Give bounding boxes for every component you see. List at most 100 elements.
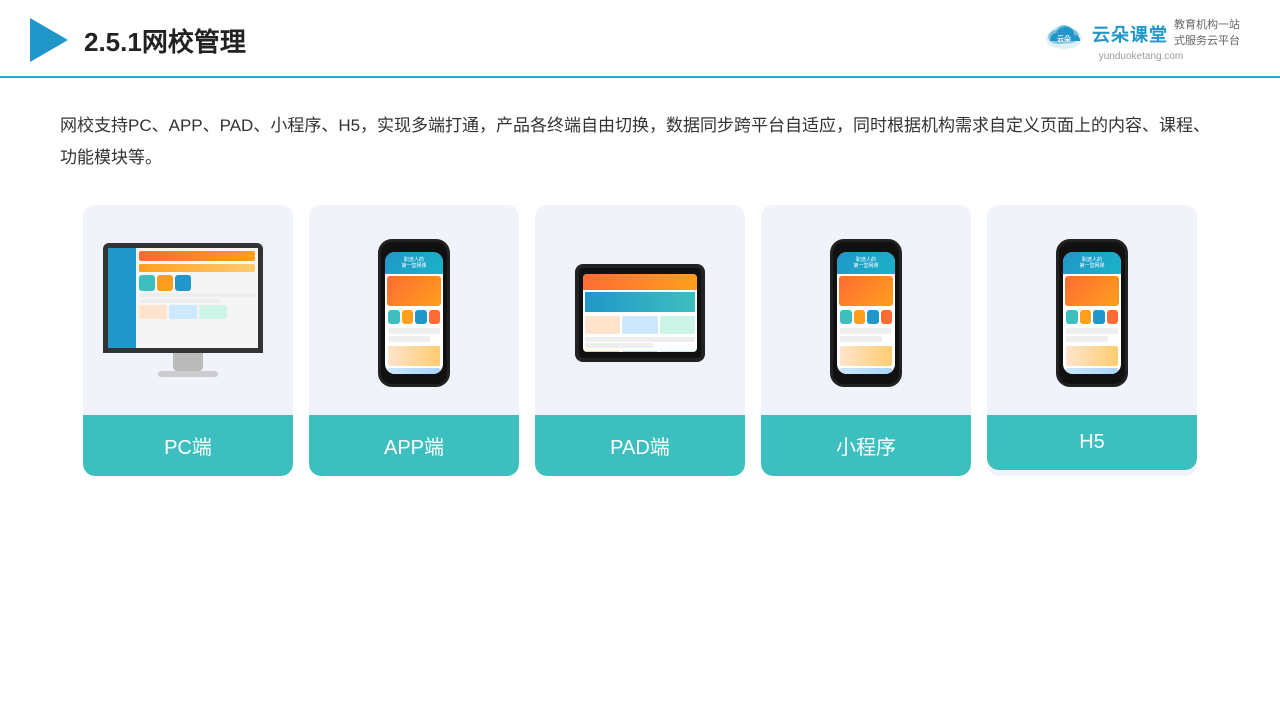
phone-screen: 职途人的第一堂网课: [385, 252, 443, 374]
pi4: [429, 310, 441, 324]
phone-card2: [388, 368, 440, 374]
tablet-nav: [585, 292, 695, 312]
line2: [139, 299, 220, 303]
h5-banner: [1065, 276, 1119, 306]
hr1: [1066, 328, 1118, 334]
mini-card1: [840, 346, 892, 366]
logo-url: yunduoketang.com: [1099, 51, 1184, 62]
card-mini-image: 职途人的第一堂网课: [761, 205, 971, 415]
h5-screen: 职途人的第一堂网课: [1063, 252, 1121, 374]
card-mini-label: 小程序: [761, 415, 971, 476]
mini-screen: 职途人的第一堂网课: [837, 252, 895, 374]
tc6: [660, 351, 695, 352]
card-pad-label: PAD端: [535, 415, 745, 476]
line1: [139, 293, 255, 297]
pi3: [415, 310, 427, 324]
pr2: [388, 336, 430, 342]
page: 2.5.1网校管理 云朵 云朵课堂: [0, 0, 1280, 720]
h5-card1: [1066, 346, 1118, 366]
pc-monitor: [103, 243, 273, 383]
tc5: [622, 351, 657, 352]
card-pc-image: [83, 205, 293, 415]
screen-main: [136, 248, 258, 348]
phone-banner: [387, 276, 441, 306]
h5-card2: [1066, 368, 1118, 374]
logo-tagline: 教育机构一站式服务云平台: [1174, 18, 1240, 49]
phone-icons: [385, 308, 443, 326]
phone-h5: 职途人的第一堂网课: [1056, 239, 1128, 387]
hi2: [1080, 310, 1092, 324]
card-h5: 职途人的第一堂网课: [987, 205, 1197, 476]
tablet-content2: [583, 349, 697, 352]
title-text: 网校管理: [142, 27, 246, 57]
svg-text:云朵: 云朵: [1057, 34, 1072, 43]
icon2: [157, 275, 173, 291]
mini-header: 职途人的第一堂网课: [837, 252, 895, 274]
cards-container: PC端 职途人的第一堂网课: [0, 195, 1280, 506]
card-pc-label: PC端: [83, 415, 293, 476]
h5-header-text: 职途人的第一堂网课: [1079, 257, 1104, 269]
header-left: 2.5.1网校管理: [30, 18, 246, 62]
tr1: [585, 337, 695, 342]
mini-icons: [837, 308, 895, 326]
icon3: [175, 275, 191, 291]
tc3: [660, 316, 695, 334]
bc1: [139, 305, 167, 319]
mr1: [840, 328, 892, 334]
page-title: 2.5.1网校管理: [84, 22, 246, 59]
header: 2.5.1网校管理 云朵 云朵课堂: [0, 0, 1280, 78]
bc2: [169, 305, 197, 319]
phone-content: [385, 326, 443, 374]
screen-content: [108, 248, 258, 348]
card-app-label: APP端: [309, 415, 519, 476]
mi1: [840, 310, 852, 324]
card-pc: PC端: [83, 205, 293, 476]
mini-card2: [840, 368, 892, 374]
mini-header-text: 职途人的第一堂网课: [853, 257, 878, 269]
card-h5-label: H5: [987, 415, 1197, 470]
tablet-screen: [583, 274, 697, 352]
pr1: [388, 328, 440, 334]
card-pad-image: [535, 205, 745, 415]
phone-header-text: 职途人的第一堂网课: [401, 257, 426, 269]
tablet-content: [583, 314, 697, 336]
monitor-stand: [173, 353, 203, 371]
phone-header: 职途人的第一堂网课: [385, 252, 443, 274]
pi2: [402, 310, 414, 324]
description-text: 网校支持PC、APP、PAD、小程序、H5，实现多端打通，产品各终端自由切换，数…: [0, 78, 1280, 195]
screen-icons: [139, 275, 255, 291]
h5-notch: [1078, 242, 1106, 250]
h5-content: [1063, 326, 1121, 374]
icon1: [139, 275, 155, 291]
hr2: [1066, 336, 1108, 342]
logo-tagline-area: 教育机构一站式服务云平台: [1174, 18, 1240, 49]
mi2: [854, 310, 866, 324]
card-app: 职途人的第一堂网课: [309, 205, 519, 476]
card-mini: 职途人的第一堂网课: [761, 205, 971, 476]
mini-notch: [852, 242, 880, 250]
bc3: [199, 305, 227, 319]
screen-header-bar: [139, 251, 255, 261]
screen-banner: [139, 264, 255, 272]
hi1: [1066, 310, 1078, 324]
phone-app: 职途人的第一堂网课: [378, 239, 450, 387]
phone-card1: [388, 346, 440, 366]
mini-content: [837, 326, 895, 374]
card-pad: PAD端: [535, 205, 745, 476]
h5-icons: [1063, 308, 1121, 326]
tablet: [575, 264, 705, 362]
logo-brand: 云朵课堂: [1092, 21, 1168, 47]
mi4: [881, 310, 893, 324]
mr2: [840, 336, 882, 342]
card-h5-image: 职途人的第一堂网课: [987, 205, 1197, 415]
monitor-base: [158, 371, 218, 377]
h5-header: 职途人的第一堂网课: [1063, 252, 1121, 274]
phone-notch: [400, 242, 428, 250]
tc4: [585, 351, 620, 352]
tc1: [585, 316, 620, 334]
logo-area: 云朵 云朵课堂 教育机构一站式服务云平台 yunduoketang.com: [1042, 18, 1240, 62]
bottom-cards: [139, 305, 255, 319]
card-app-image: 职途人的第一堂网课: [309, 205, 519, 415]
tablet-header: [583, 274, 697, 290]
cloud-icon: 云朵: [1042, 19, 1086, 49]
